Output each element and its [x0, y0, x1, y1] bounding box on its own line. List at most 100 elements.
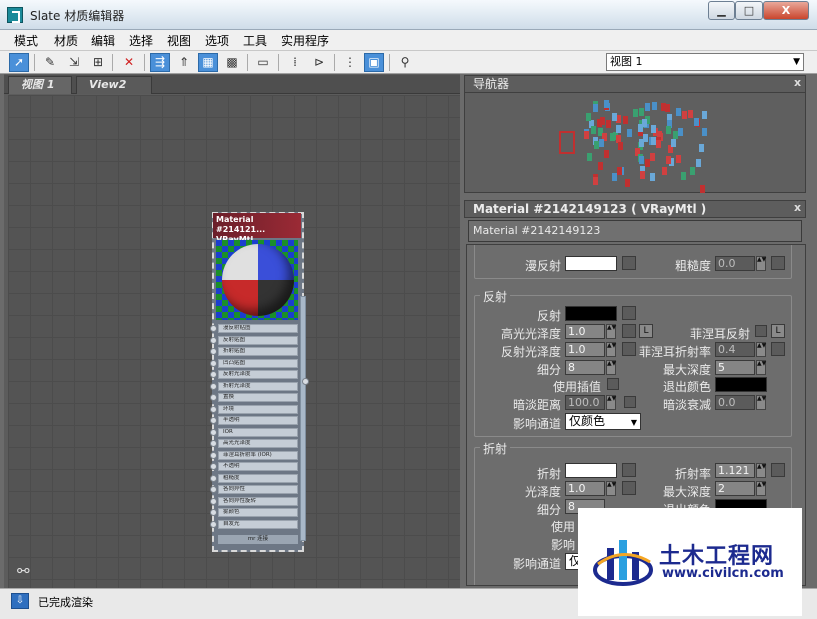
node-slot[interactable]: 反射光泽度	[218, 370, 298, 379]
delete-icon[interactable]: ✕	[119, 53, 139, 72]
material-name-field[interactable]: Material #2142149123	[468, 220, 802, 242]
background-icon[interactable]: ▩	[222, 53, 242, 72]
hilight-gloss-spinner[interactable]: 1.0	[565, 324, 605, 339]
menu-tools[interactable]: 工具	[243, 32, 267, 49]
put-to-scene-icon[interactable]: ⇲	[64, 53, 84, 72]
close-button[interactable]: X	[763, 1, 809, 20]
tab-view-1[interactable]: 视图 1	[8, 76, 72, 94]
slot-socket[interactable]	[210, 325, 217, 332]
slot-socket[interactable]	[210, 428, 217, 436]
maximize-button[interactable]: □	[735, 1, 763, 20]
refl-subdivs-spinner[interactable]: 8	[565, 360, 605, 375]
ior-spinner[interactable]: 1.121	[715, 463, 755, 478]
refl-max-depth-spinner[interactable]: 5	[715, 360, 755, 375]
material-panel-close-icon[interactable]: x	[794, 201, 801, 214]
ior-map-button[interactable]	[771, 463, 785, 477]
refl-affect-channels-dropdown[interactable]: 仅颜色 ▼	[565, 413, 641, 430]
node-slot[interactable]: 置换	[218, 393, 298, 402]
slot-socket[interactable]	[210, 474, 217, 482]
hilight-lock-button[interactable]: L	[639, 324, 653, 338]
slot-socket[interactable]	[210, 336, 217, 344]
hilight-gloss-arrows[interactable]: ▲▼	[606, 324, 616, 339]
slot-socket[interactable]	[210, 497, 217, 505]
node-header[interactable]: Material #214121... VRayMtl	[213, 213, 301, 244]
dim-falloff-arrows[interactable]: ▲▼	[756, 395, 766, 410]
output-socket[interactable]	[302, 378, 309, 385]
refl-gloss-arrows[interactable]: ▲▼	[606, 342, 616, 357]
pick-material-icon[interactable]: ✎	[40, 53, 60, 72]
refl-max-depth-arrows[interactable]: ▲▼	[756, 360, 766, 375]
node-slot[interactable]: 各向异性旋转	[218, 496, 298, 506]
hilight-gloss-map-button[interactable]	[622, 324, 636, 338]
diffuse-map-button[interactable]	[622, 256, 636, 270]
assign-material-icon[interactable]: ⊞	[88, 53, 108, 72]
slot-socket[interactable]	[210, 509, 217, 516]
node-slot[interactable]: 自发光	[218, 519, 298, 529]
fresnel-ior-arrows[interactable]: ▲▼	[756, 342, 766, 357]
slot-socket[interactable]	[210, 451, 217, 459]
node-slot[interactable]: 不透明	[218, 462, 298, 471]
slot-socket[interactable]	[210, 440, 217, 447]
refract-swatch[interactable]	[565, 463, 617, 478]
parameter-editor-icon[interactable]: ⋮	[340, 53, 360, 72]
slot-socket[interactable]	[210, 371, 217, 378]
select-tool-icon[interactable]: ➚	[9, 53, 29, 72]
node-slot[interactable]: 高光光泽度	[218, 439, 298, 448]
node-slot[interactable]: 反射贴图	[218, 335, 298, 345]
refl-gloss-spinner[interactable]: 1.0	[565, 342, 605, 357]
roughness-arrows[interactable]: ▲▼	[756, 256, 766, 271]
node-slot[interactable]: 菲涅耳折射率 (IOR)	[218, 450, 298, 460]
navigator-viewport-rect[interactable]	[559, 131, 575, 154]
use-interp-checkbox[interactable]	[607, 378, 619, 390]
menu-options[interactable]: 选项	[205, 32, 229, 49]
slot-socket[interactable]	[210, 417, 217, 424]
layout-icon[interactable]: ▭	[253, 53, 273, 72]
binoculars-icon[interactable]: ⚯	[17, 562, 30, 580]
node-slot[interactable]: 各向异性	[218, 485, 298, 494]
reflect-map-button[interactable]	[622, 306, 636, 320]
render-status-icon[interactable]: ⇩	[11, 593, 29, 609]
node-slot[interactable]: 半透明	[218, 416, 298, 425]
menu-select[interactable]: 选择	[129, 32, 153, 49]
refr-gloss-map-button[interactable]	[622, 481, 636, 495]
show-map-icon[interactable]: ▦	[198, 53, 218, 72]
slot-socket[interactable]	[210, 486, 217, 493]
node-slot[interactable]: 折射贴图	[218, 347, 298, 356]
refr-max-depth-arrows[interactable]: ▲▼	[756, 481, 766, 496]
menu-edit[interactable]: 编辑	[91, 32, 115, 49]
node-slot[interactable]: 粗糙度	[218, 473, 298, 483]
fresnel-ior-map-button[interactable]	[771, 342, 785, 356]
menu-utilities[interactable]: 实用程序	[281, 32, 329, 49]
dim-distance-arrows[interactable]: ▲▼	[606, 395, 616, 410]
slot-socket[interactable]	[210, 359, 217, 367]
view-select[interactable]: 视图 1 ▼	[606, 53, 804, 71]
slot-socket[interactable]	[210, 394, 217, 401]
layout-children-icon[interactable]: ⁞	[285, 53, 305, 72]
slot-socket[interactable]	[210, 463, 217, 470]
node-slot[interactable]: 凹凸贴图	[218, 358, 298, 368]
hide-slots-icon[interactable]: ⇑	[174, 53, 194, 72]
slot-socket[interactable]	[210, 520, 217, 528]
dim-distance-spinner[interactable]: 100.0	[565, 395, 605, 410]
fresnel-ior-spinner[interactable]: 0.4	[715, 342, 755, 357]
node-slot[interactable]: 环境	[218, 404, 298, 414]
menu-mode[interactable]: 模式	[14, 32, 38, 49]
dim-distance-checkbox[interactable]	[624, 396, 636, 408]
select-by-material-icon[interactable]: ▣	[364, 53, 384, 72]
node-slot[interactable]: 雾颜色	[218, 508, 298, 517]
diffuse-swatch[interactable]	[565, 256, 617, 271]
ior-arrows[interactable]: ▲▼	[756, 463, 766, 478]
minimize-button[interactable]: ▁	[708, 1, 735, 20]
fresnel-lock-button[interactable]: L	[771, 324, 785, 338]
dim-falloff-spinner[interactable]: 0.0	[715, 395, 755, 410]
move-children-icon[interactable]: ⇶	[150, 53, 170, 72]
navigator-close-icon[interactable]: x	[794, 76, 801, 89]
refr-gloss-arrows[interactable]: ▲▼	[606, 481, 616, 496]
refr-gloss-spinner[interactable]: 1.0	[565, 481, 605, 496]
fresnel-checkbox[interactable]	[755, 325, 767, 337]
node-slot[interactable]: IOR	[218, 427, 298, 437]
node-slot[interactable]: 漫反射贴图	[218, 324, 298, 333]
menu-view[interactable]: 视图	[167, 32, 191, 49]
node-slot[interactable]: 折射光泽度	[218, 381, 298, 391]
roughness-map-button[interactable]	[771, 256, 785, 270]
